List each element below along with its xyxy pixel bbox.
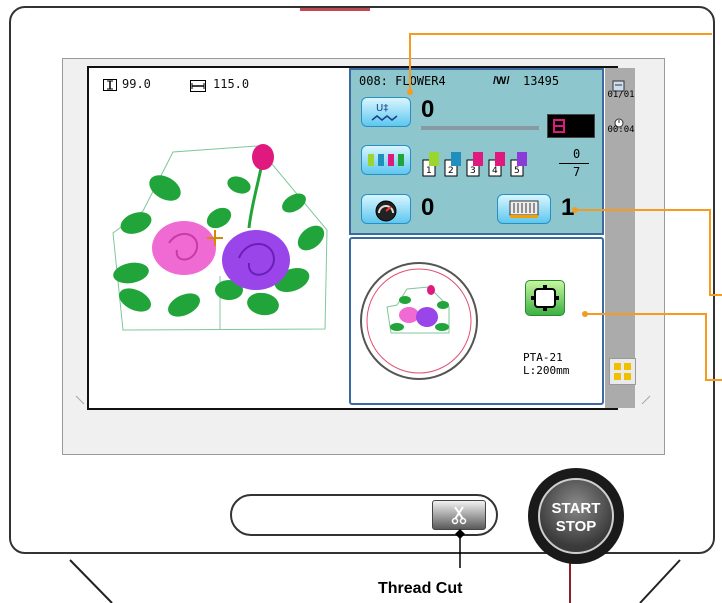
start-stop-button[interactable]: START STOP (538, 478, 614, 554)
stop-label: STOP (555, 518, 597, 535)
start-label: START (551, 500, 601, 517)
thread-cut-label: Thread Cut (378, 580, 463, 597)
